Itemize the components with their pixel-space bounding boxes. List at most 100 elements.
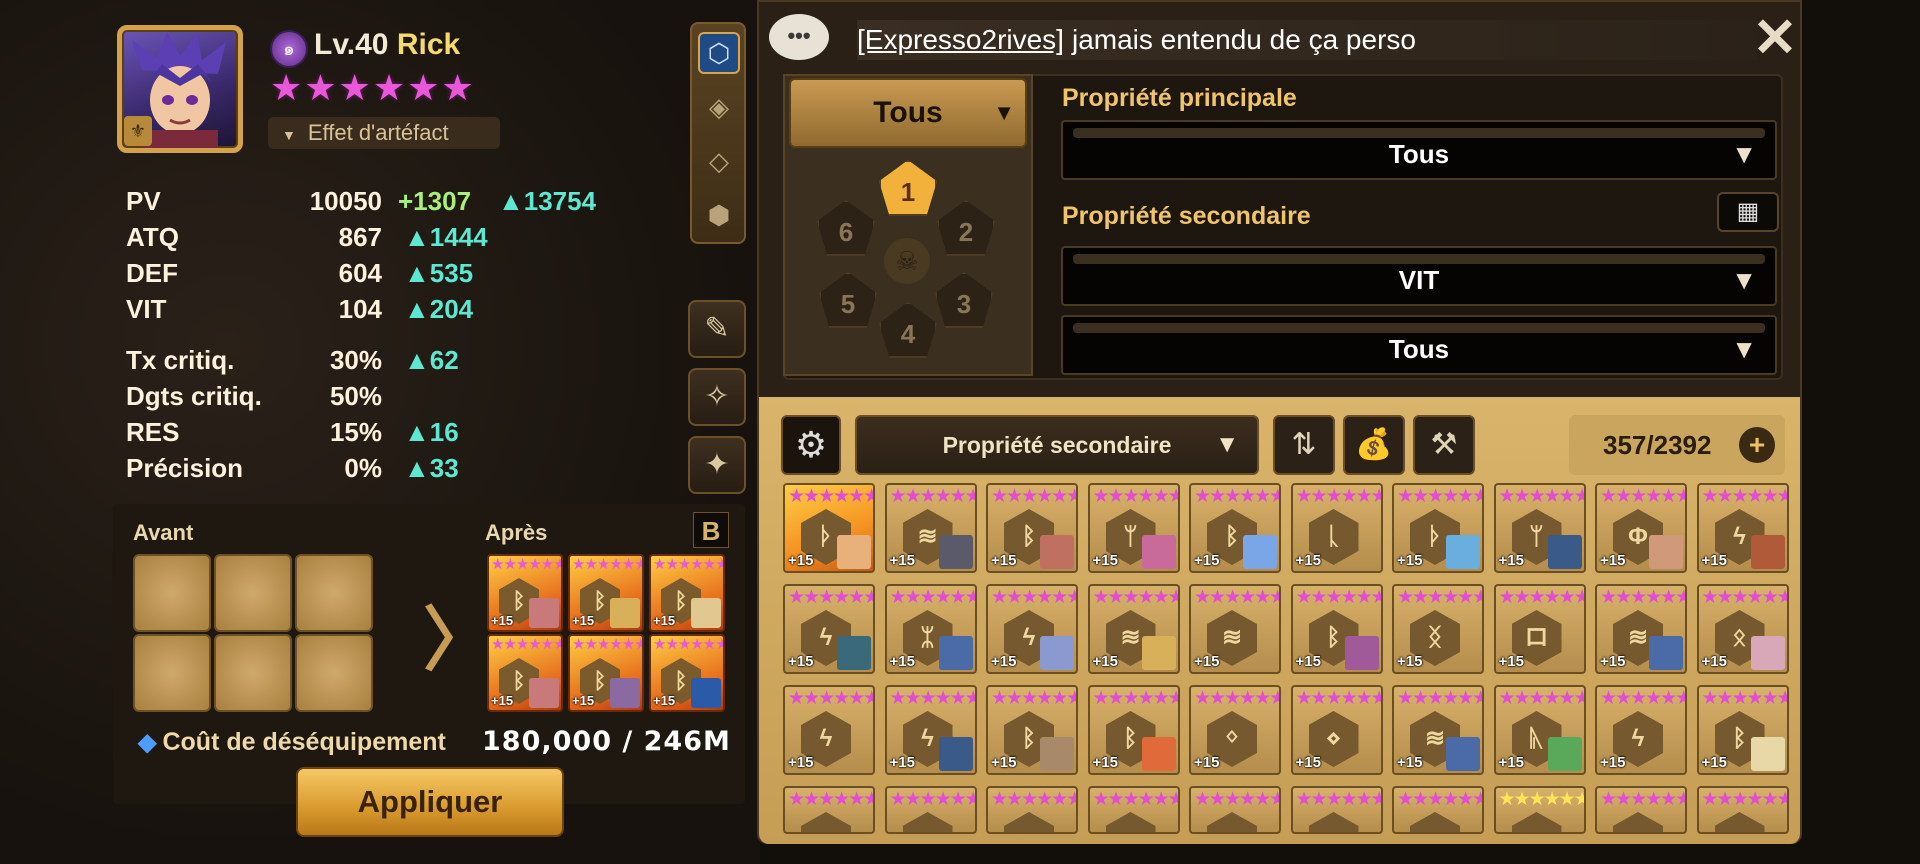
chat-message[interactable]: [Expresso2rives] jamais entendu de ça per… (857, 20, 1757, 60)
rune-card[interactable]: ★★★★★★ (783, 786, 875, 834)
rune-stars: ★★★★★★ (788, 688, 875, 709)
slot-3-button[interactable]: 3 (935, 272, 993, 328)
rune-card[interactable]: ★★★★★★ ≋ +15 (1087, 584, 1180, 674)
monster-portrait[interactable]: ⚜ (117, 25, 243, 153)
gem-tab-icon[interactable]: ◇ (698, 140, 740, 182)
grind-tab-icon[interactable]: ⬢ (698, 194, 740, 236)
rune-card[interactable]: ★★★★★★ ϟ +15 (1595, 685, 1687, 775)
chat-icon[interactable]: ••• (769, 14, 829, 60)
artifact-effect-label: Effet d'artéfact (307, 120, 449, 145)
rune-card[interactable]: ★★★★★★ ᚦ +15 (1392, 483, 1484, 573)
edit-settings-button[interactable]: ✎ (688, 300, 746, 358)
rune-stars: ★★★★★★ (1498, 688, 1586, 709)
rune-card[interactable]: ★★★★★★ (884, 786, 977, 834)
craft-hammer-button[interactable]: ⚒ (1413, 415, 1475, 475)
rune-card[interactable]: ★★★★★★ ᛝ +15 (1392, 584, 1484, 674)
sort-order-button[interactable]: ⇅ (1273, 415, 1335, 475)
rune-card[interactable]: ★★★★★★ ᚣ +15 (1493, 685, 1586, 775)
rune-card[interactable]: ★★★★★★ Φ +15 (1595, 483, 1687, 573)
rune-set-badge[interactable]: B (693, 512, 729, 548)
rune-level: +15 (653, 613, 676, 628)
rune-card[interactable]: ★★★★★★ (1290, 786, 1383, 834)
sub-property-dropdown-2[interactable]: Tous ▼ (1061, 315, 1777, 375)
rune-card[interactable]: ★★★★★★ (1493, 786, 1586, 834)
rune-card[interactable]: ★★★★★★ ≋ +15 (884, 483, 977, 573)
equipped-monster-icon (1141, 535, 1176, 569)
equipped-monster-icon (1750, 535, 1785, 569)
slot-6-button[interactable]: 6 (817, 200, 875, 256)
equipped-monster-icon (938, 737, 973, 771)
after-rune[interactable]: ★★★★★★ ᛒ +15 (568, 554, 644, 632)
stat-bonus-value: ▲62 (404, 345, 459, 375)
rune-card[interactable]: ★★★★★★ ≋ +15 (1189, 584, 1281, 674)
rune-set-dropdown[interactable]: Tous ▼ (789, 78, 1027, 148)
rune-level: +15 (1397, 653, 1423, 670)
rune-card[interactable]: ★★★★★★ ϟ +15 (884, 685, 977, 775)
rune-card[interactable]: ★★★★★★ ⋄ +15 (1290, 685, 1383, 775)
sell-bag-button[interactable]: 💰 (1343, 415, 1405, 475)
apply-button[interactable]: Appliquer (296, 767, 564, 837)
close-icon[interactable]: ✕ (1751, 11, 1799, 65)
rune-card[interactable]: ★★★★★★ ᚳ +15 (1290, 483, 1383, 573)
rune-card[interactable]: ★★★★★★ ϟ +15 (783, 584, 875, 674)
rune-card[interactable]: ★★★★★★ ᛟ +15 (1696, 584, 1789, 674)
rune-card[interactable]: ★★★★★★ ᛘ +15 (1087, 483, 1180, 573)
rune-stars: ★★★★★★ (1397, 789, 1484, 810)
after-rune[interactable]: ★★★★★★ ᛒ +15 (649, 554, 725, 632)
rune-card[interactable]: ★★★★★★ ≋ +15 (1595, 584, 1687, 674)
add-slots-button[interactable]: + (1739, 427, 1775, 463)
triangle-down-icon: ▼ (282, 127, 296, 143)
rune-card[interactable]: ★★★★★★ ≋ +15 (1392, 685, 1484, 775)
rune-card[interactable]: ★★★★★★ ᛒ +15 (986, 685, 1078, 775)
equipped-monster-icon (529, 678, 559, 708)
sort-dropdown[interactable]: Propriété secondaire ▼ (855, 415, 1259, 475)
rune-tab-icon[interactable]: ⬡ (698, 32, 740, 74)
sub-property-value-2: Tous (1388, 334, 1450, 364)
rune-card[interactable]: ★★★★★★ ᚦ +15 (783, 483, 875, 573)
rune-card[interactable]: ★★★★★★ ϟ +15 (783, 685, 875, 775)
main-property-value: Tous (1388, 139, 1450, 169)
gear-icon[interactable]: ⚙ (781, 415, 841, 475)
rune-card[interactable]: ★★★★★★ (1696, 786, 1789, 834)
rune-settings-button[interactable]: ✧ (688, 368, 746, 426)
rune-card[interactable]: ★★★★★★ ᛒ +15 (1290, 584, 1383, 674)
remove-runes-button[interactable]: ✦ (688, 436, 746, 494)
artifact-effect-toggle[interactable]: ▼ Effet d'artéfact (268, 117, 500, 149)
rune-level: +15 (1092, 653, 1118, 670)
artifact-tab-icon[interactable]: ◈ (698, 86, 740, 128)
rune-card[interactable]: ★★★★★★ ᛘ +15 (1493, 483, 1586, 573)
rune-card[interactable]: ★★★★★★ ᛒ +15 (1087, 685, 1180, 775)
rune-card[interactable]: ★★★★★★ ϟ +15 (986, 584, 1078, 674)
main-property-dropdown[interactable]: Tous ▼ (1061, 120, 1777, 180)
rune-card[interactable]: ★★★★★★ (1189, 786, 1281, 834)
rune-level: +15 (1397, 754, 1423, 771)
rune-glyph (801, 812, 851, 832)
slot-2-button[interactable]: 2 (937, 200, 995, 256)
rune-card[interactable]: ★★★★★★ ᛒ +15 (1189, 483, 1281, 573)
grid-view-icon[interactable]: ▦ (1717, 192, 1779, 232)
rune-level: +15 (1092, 754, 1118, 771)
rune-card[interactable]: ★★★★★★ ᛒ +15 (986, 483, 1078, 573)
rune-stars: ★★★★★★ (991, 587, 1078, 608)
rune-card[interactable]: ★★★★★★ ᛒ +15 (1696, 685, 1789, 775)
rune-card[interactable]: ★★★★★★ ϟ +15 (1696, 483, 1789, 573)
after-rune[interactable]: ★★★★★★ ᛒ +15 (487, 634, 563, 712)
rune-card[interactable]: ★★★★★★ ᛜ +15 (1189, 685, 1281, 775)
wind-element-icon: ๑ (272, 32, 306, 66)
after-rune[interactable]: ★★★★★★ ᛒ +15 (568, 634, 644, 712)
rune-card[interactable]: ★★★★★★ (986, 786, 1078, 834)
rune-card[interactable]: ★★★★★★ ロ +15 (1493, 584, 1586, 674)
rune-card[interactable]: ★★★★★★ ᛯ +15 (884, 584, 977, 674)
after-rune[interactable]: ★★★★★★ ᛒ +15 (649, 634, 725, 712)
rune-card[interactable]: ★★★★★★ (1392, 786, 1484, 834)
slot-1-button[interactable]: 1 (879, 160, 937, 216)
slot-5-button[interactable]: 5 (819, 272, 877, 328)
rune-card[interactable]: ★★★★★★ (1087, 786, 1180, 834)
rune-level: +15 (1092, 552, 1118, 569)
before-after-panel: Avant Après B 〉 ★★★★★★ ᛒ +15 ★★★★★★ ᛒ +15 ★★★★… (113, 504, 745, 804)
equipped-monster-icon (1547, 737, 1582, 771)
after-rune[interactable]: ★★★★★★ ᛒ +15 (487, 554, 563, 632)
slot-4-button[interactable]: 4 (879, 302, 937, 358)
sub-property-dropdown-1[interactable]: VIT ▼ (1061, 246, 1777, 306)
rune-card[interactable]: ★★★★★★ (1595, 786, 1687, 834)
